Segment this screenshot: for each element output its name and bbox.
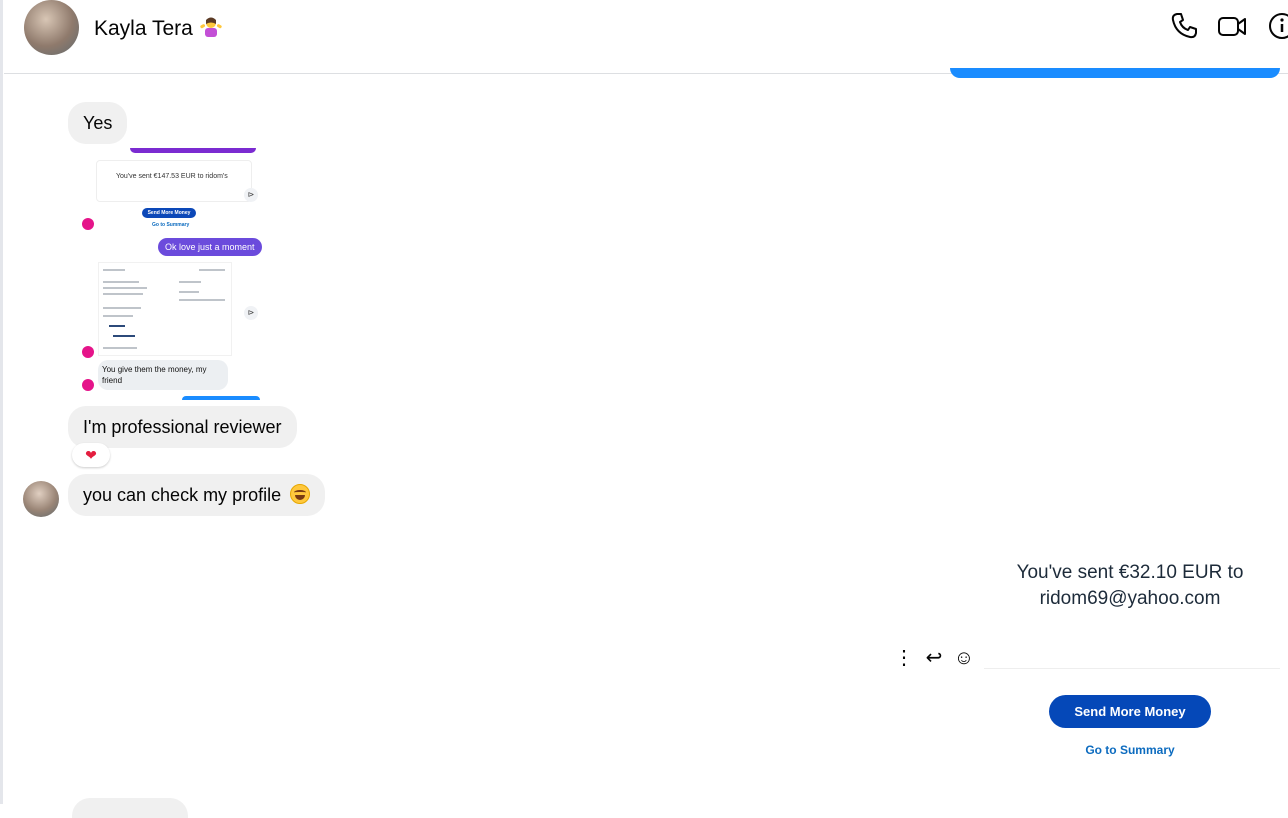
screenshot-purple-bubble [130,148,256,153]
received-message[interactable]: you can check my profile [68,474,326,516]
message-text: you can check my profile [83,485,282,505]
screenshot-avatar-dot [82,379,94,391]
contact-name-text: Kayla Tera [94,17,193,40]
screenshot-go-summary-link: Go to Summary [152,222,190,228]
screenshot-avatar-dot [82,346,94,358]
chat-header: Kayla Tera [4,0,1288,74]
screenshot-ok-message: Ok love just a moment [158,238,262,256]
received-message[interactable]: Yes [68,102,128,144]
screenshot-sent-text: You've sent €147.53 EUR to ridom's [116,173,228,180]
screenshot-sent-card [96,160,252,202]
contact-avatar[interactable] [24,0,79,55]
contact-name[interactable]: Kayla Tera [94,15,223,41]
divider [984,668,1280,669]
more-options-icon[interactable]: ⋮ [892,646,916,670]
reply-icon[interactable]: ↩ [922,646,946,670]
screenshot-forward-icon: ⊳ [244,188,258,202]
react-emoji-icon[interactable]: ☺ [952,646,976,670]
screenshot-forward-icon: ⊳ [244,306,258,320]
message-thread[interactable]: Yes You've sent €147.53 EUR to ridom's ⊳… [4,68,1288,818]
heart-reaction-icon[interactable]: ❤ [72,443,110,467]
screenshot-blue-bubble [182,396,260,400]
message-text: I'm professional reviewer [83,417,282,437]
video-camera-icon[interactable] [1216,10,1248,42]
sent-message-bubble-edge[interactable] [950,68,1280,78]
screenshot-avatar-dot [82,218,94,230]
screenshot-give-message: You give them the money, my friend [98,360,228,390]
payment-sent-text: You've sent €32.10 EUR to ridom69@yahoo.… [1016,562,1244,609]
grinning-sweat-emoji-icon [290,484,311,504]
left-rail [0,0,3,804]
contact-avatar-small[interactable] [23,481,59,517]
info-icon[interactable] [1266,10,1288,42]
send-more-money-button[interactable]: Send More Money [1049,695,1211,728]
person-shrugging-emoji-icon [200,17,222,37]
phone-icon[interactable] [1168,10,1200,42]
screenshot-attachment[interactable]: You've sent €147.53 EUR to ridom's ⊳ Sen… [68,148,264,400]
go-to-summary-link[interactable]: Go to Summary [1058,743,1202,757]
received-message[interactable]: I'm professional reviewer [68,406,297,448]
message-text: Yes [83,113,113,133]
screenshot-send-more-button: Send More Money [142,208,196,218]
received-message-partial[interactable] [72,798,188,818]
screenshot-receipt [98,262,232,356]
